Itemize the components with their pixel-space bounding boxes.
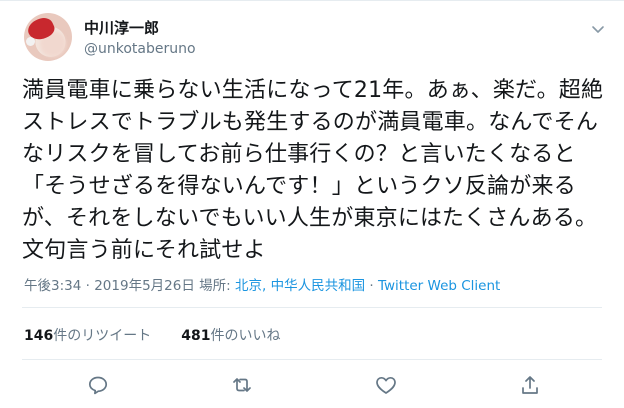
tweet-card: 中川淳一郎 @unkotaberuno 満員電車に乗らない生活になって21年。あ… — [0, 0, 624, 408]
display-name[interactable]: 中川淳一郎 — [84, 17, 159, 38]
retweet-stat[interactable]: 146件のリツイート — [24, 328, 151, 344]
like-stat[interactable]: 481件のいいね — [181, 328, 280, 344]
share-icon[interactable] — [518, 373, 542, 397]
divider — [22, 307, 602, 308]
chevron-down-icon[interactable] — [590, 21, 606, 37]
tweet-text: 満員電車に乗らない生活になって21年。あぁ、楽だ。超絶ストレスでトラブルも発生す… — [22, 78, 604, 263]
tweet-stats: 146件のリツイート 481件のいいね — [24, 325, 280, 345]
like-icon[interactable] — [374, 373, 398, 397]
avatar[interactable] — [24, 13, 72, 61]
tweet-meta: 午後3:34 · 2019年5月26日 場所: 北京, 中华人民共和国 · Tw… — [24, 274, 500, 294]
like-count: 481 — [181, 328, 211, 344]
reply-icon[interactable] — [86, 373, 110, 397]
divider — [22, 359, 602, 360]
retweet-icon[interactable] — [230, 373, 254, 397]
like-label: 件のいいね — [210, 328, 281, 344]
tweet-time[interactable]: 午後3:34 — [24, 278, 81, 294]
location-label: 場所: — [199, 278, 235, 294]
meta-separator: · — [85, 278, 90, 294]
action-bar — [0, 373, 624, 397]
user-handle[interactable]: @unkotaberuno — [84, 41, 196, 57]
client-link[interactable]: Twitter Web Client — [378, 278, 500, 294]
retweet-count: 146 — [24, 328, 54, 344]
location-link[interactable]: 北京, 中华人民共和国 — [235, 278, 365, 294]
retweet-label: 件のリツイート — [53, 328, 152, 344]
meta-separator: · — [369, 278, 374, 294]
tweet-date[interactable]: 2019年5月26日 — [94, 278, 195, 294]
